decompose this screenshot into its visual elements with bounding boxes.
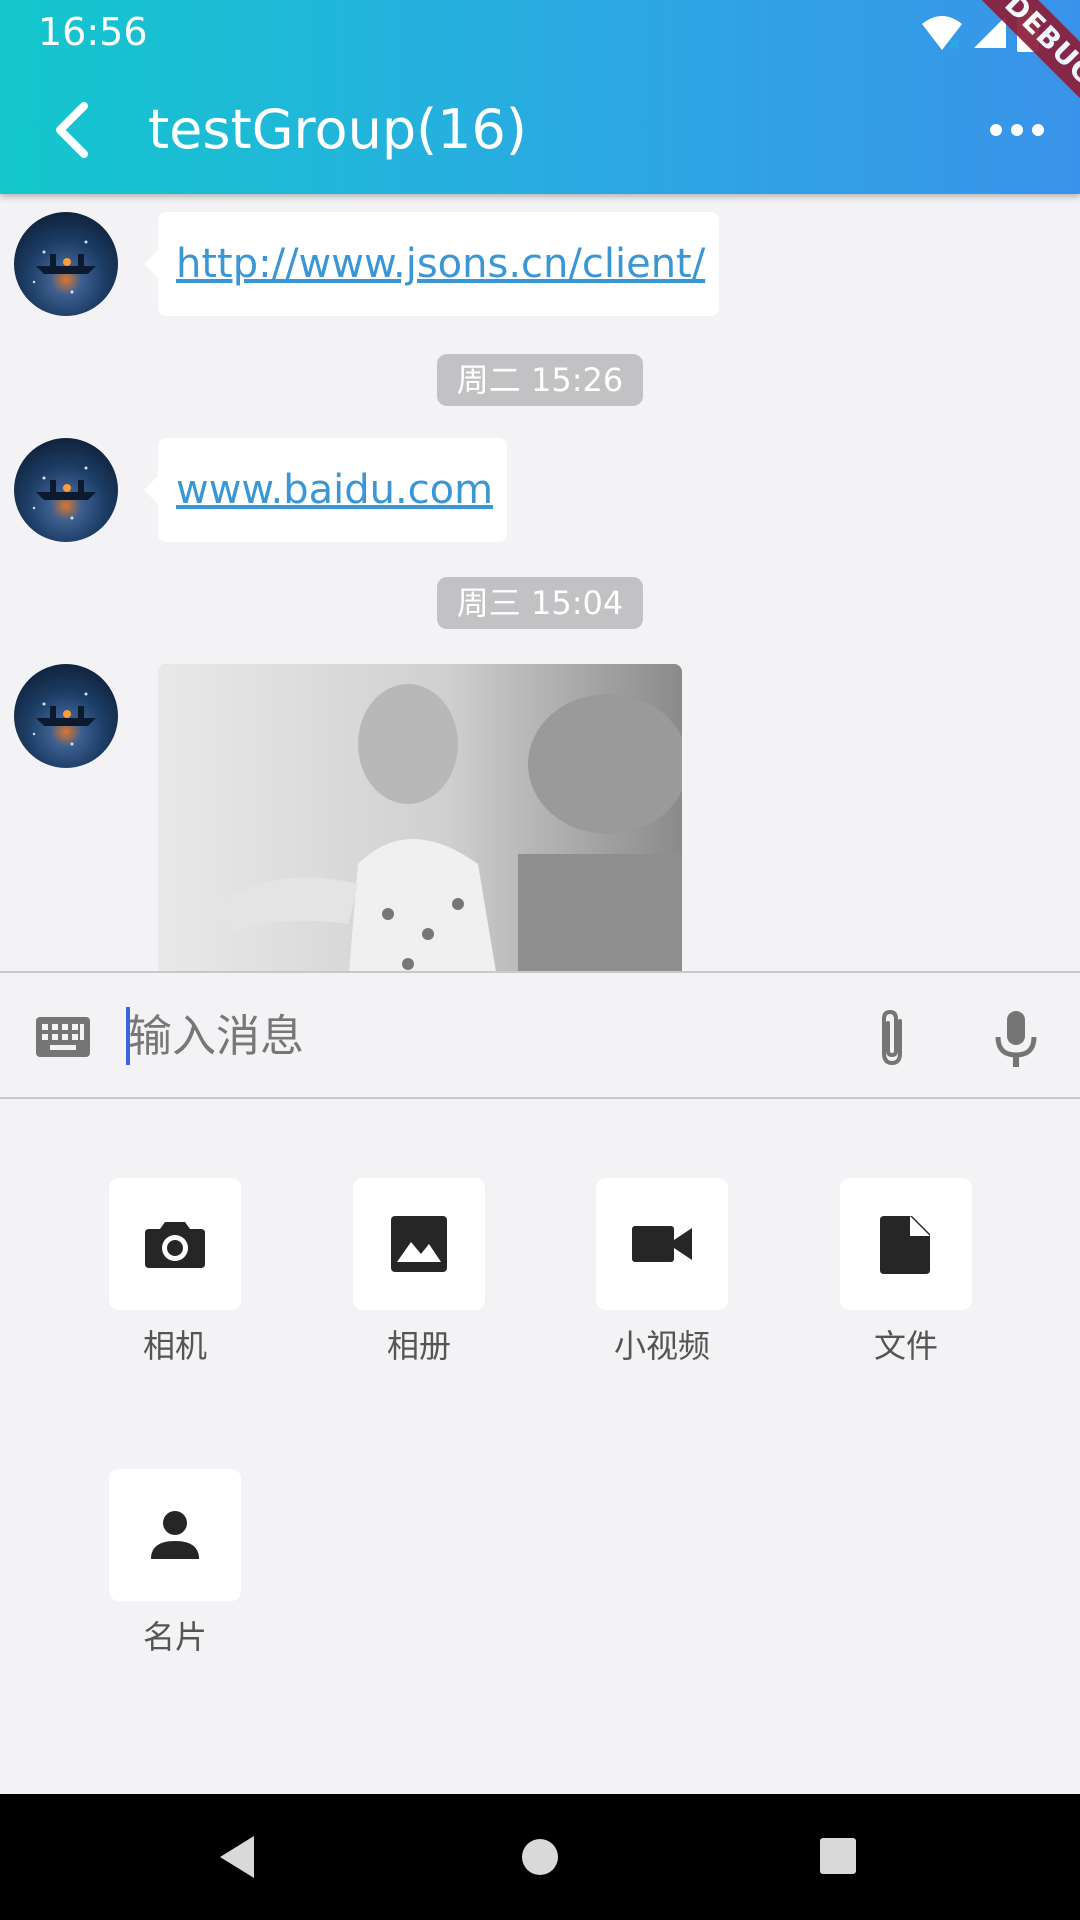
action-album[interactable]: 相册: [353, 1178, 485, 1366]
file-icon: [880, 1216, 930, 1274]
message-link[interactable]: www.baidu.com: [176, 467, 493, 513]
more-horizontal-icon: [990, 124, 1044, 136]
keyboard-toggle-button[interactable]: [36, 1017, 90, 1057]
videocam-icon: [632, 1226, 692, 1262]
message-bubble[interactable]: www.baidu.com: [143, 438, 508, 542]
voice-button[interactable]: [992, 1009, 1040, 1069]
back-button[interactable]: [48, 98, 104, 162]
back-triangle-icon: [220, 1836, 254, 1878]
chevron-left-icon: [56, 102, 88, 158]
nav-home-button[interactable]: [520, 1837, 560, 1877]
action-short-video[interactable]: 小视频: [596, 1178, 728, 1366]
action-album-button[interactable]: [353, 1178, 485, 1310]
message-list[interactable]: http://www.jsons.cn/client/ 周二 15:26 www…: [0, 194, 1080, 971]
image-icon: [391, 1216, 447, 1272]
attach-button[interactable]: [870, 1007, 914, 1069]
message-input[interactable]: [128, 1001, 828, 1071]
message-input-bar: [0, 971, 1080, 1099]
action-short-video-button[interactable]: [596, 1178, 728, 1310]
paperclip-icon: [882, 1009, 902, 1066]
recents-square-icon: [820, 1838, 856, 1874]
action-camera-button[interactable]: [109, 1178, 241, 1310]
more-button[interactable]: [988, 110, 1046, 150]
image-message[interactable]: [158, 664, 682, 971]
message-bubble[interactable]: http://www.jsons.cn/client/: [143, 212, 720, 316]
timestamp-chip: 周二 15:26: [437, 354, 643, 406]
app-bar: 16:56 testGroup(16) DEBUG: [0, 0, 1080, 194]
avatar[interactable]: [14, 438, 118, 542]
person-icon: [151, 1511, 199, 1559]
action-business-card[interactable]: 名片: [109, 1469, 241, 1657]
system-nav-bar: [0, 1794, 1080, 1920]
chat-title: testGroup(16): [148, 98, 527, 161]
avatar[interactable]: [14, 212, 118, 316]
action-label: 相机: [142, 1327, 207, 1365]
camera-icon: [145, 1222, 205, 1268]
nav-recents-button[interactable]: [818, 1836, 858, 1876]
action-label: 相册: [386, 1327, 451, 1365]
action-camera[interactable]: 相机: [109, 1178, 241, 1366]
more-functions-panel: 相机 相册 小视频 文件 名片: [0, 1099, 1080, 1794]
nav-back-button[interactable]: [214, 1832, 262, 1882]
avatar[interactable]: [14, 664, 118, 768]
timestamp-chip: 周三 15:04: [437, 577, 643, 629]
microphone-icon: [995, 1011, 1037, 1067]
action-label: 小视频: [613, 1327, 710, 1365]
action-file[interactable]: 文件: [840, 1178, 972, 1366]
action-file-button[interactable]: [840, 1178, 972, 1310]
wifi-icon: [920, 12, 964, 56]
action-label: 名片: [142, 1618, 207, 1656]
keyboard-icon: [36, 1017, 90, 1057]
action-label: 文件: [873, 1327, 938, 1365]
message-link[interactable]: http://www.jsons.cn/client/: [176, 241, 705, 287]
status-time: 16:56: [38, 10, 148, 54]
action-business-card-button[interactable]: [109, 1469, 241, 1601]
home-circle-icon: [522, 1839, 558, 1875]
